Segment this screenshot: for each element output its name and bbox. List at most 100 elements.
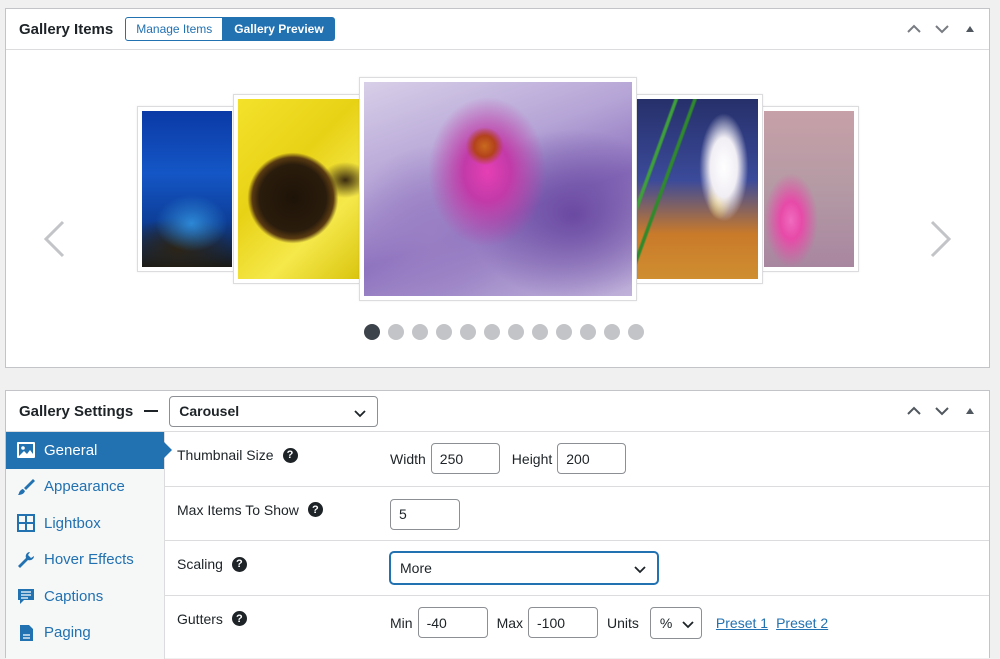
carousel-dot[interactable] bbox=[460, 324, 476, 340]
width-label: Width bbox=[390, 450, 426, 467]
sidebar-item-label: Captions bbox=[44, 587, 104, 605]
carousel-dot[interactable] bbox=[556, 324, 572, 340]
sidebar-item-captions[interactable]: Captions bbox=[6, 578, 164, 615]
chevron-down-icon bbox=[682, 620, 694, 628]
slide-image bbox=[364, 82, 632, 296]
scaling-select[interactable]: More bbox=[390, 552, 658, 584]
sidebar-item-paging[interactable]: Paging bbox=[6, 615, 164, 652]
slide-image bbox=[142, 111, 232, 267]
help-icon[interactable]: ? bbox=[231, 611, 247, 626]
settings-rows: Thumbnail Size ? Width Height Max Items … bbox=[165, 432, 989, 650]
move-down-icon[interactable] bbox=[933, 402, 951, 420]
carousel-dot[interactable] bbox=[436, 324, 452, 340]
gallery-items-title: Gallery Items bbox=[19, 20, 114, 38]
setting-row-gutters: Gutters ? Min Max Units % Preset 1 Prese… bbox=[165, 596, 989, 651]
thumbnail-height-input[interactable] bbox=[557, 443, 627, 474]
scaling-fields: More bbox=[390, 552, 658, 584]
units-label: Units bbox=[607, 614, 639, 631]
thumbnail-size-fields: Width Height bbox=[390, 443, 627, 474]
move-up-icon[interactable] bbox=[905, 402, 923, 420]
gutter-min-input[interactable] bbox=[417, 607, 488, 638]
grid-icon bbox=[16, 513, 36, 533]
carousel-prev-icon[interactable] bbox=[41, 219, 67, 259]
sidebar-item-lightbox[interactable]: Lightbox bbox=[6, 505, 164, 542]
preset-1-link[interactable]: Preset 1 bbox=[716, 615, 768, 631]
carousel-dot[interactable] bbox=[388, 324, 404, 340]
gallery-layout-select[interactable]: Carousel bbox=[169, 395, 379, 427]
max-items-input[interactable] bbox=[390, 498, 460, 530]
gallery-settings-panel: Gallery Settings Carousel General Appear… bbox=[5, 390, 990, 659]
row-label-text: Scaling bbox=[177, 556, 223, 572]
sidebar-item-label: General bbox=[44, 441, 98, 459]
help-icon[interactable]: ? bbox=[282, 447, 298, 463]
collapse-toggle-icon[interactable] bbox=[961, 20, 979, 38]
scaling-label: Scaling ? bbox=[177, 556, 247, 572]
carousel-next-icon[interactable] bbox=[928, 219, 954, 259]
sidebar-item-hover-effects[interactable]: Hover Effects bbox=[6, 542, 164, 579]
move-down-icon[interactable] bbox=[933, 20, 951, 38]
sidebar-item-appearance[interactable]: Appearance bbox=[6, 469, 164, 506]
setting-row-thumbnail-size: Thumbnail Size ? Width Height bbox=[165, 432, 989, 487]
row-label-text: Max Items To Show bbox=[177, 501, 299, 518]
scaling-value: More bbox=[400, 560, 432, 576]
gallery-items-header: Gallery Items Manage Items Gallery Previ… bbox=[6, 9, 989, 50]
collapse-toggle-icon[interactable] bbox=[961, 402, 979, 420]
title-separator bbox=[144, 410, 159, 412]
slide-image bbox=[764, 111, 854, 267]
row-label-text: Thumbnail Size bbox=[177, 447, 274, 463]
chevron-down-icon bbox=[634, 566, 646, 574]
units-value: % bbox=[659, 614, 673, 631]
thumbnail-width-input[interactable] bbox=[430, 443, 500, 474]
preset-2-link[interactable]: Preset 2 bbox=[776, 615, 828, 631]
carousel-slide-sunflower-bee[interactable] bbox=[233, 94, 365, 284]
setting-row-max-items: Max Items To Show ? bbox=[165, 487, 989, 541]
min-label: Min bbox=[390, 614, 413, 631]
items-header-controls bbox=[905, 9, 979, 49]
carousel-dot[interactable] bbox=[412, 324, 428, 340]
carousel-dot[interactable] bbox=[604, 324, 620, 340]
gutter-max-input[interactable] bbox=[528, 607, 599, 638]
view-toggle-group: Manage Items Gallery Preview bbox=[125, 17, 335, 41]
carousel-dot[interactable] bbox=[532, 324, 548, 340]
gallery-layout-value: Carousel bbox=[179, 403, 240, 419]
carousel-dot[interactable] bbox=[580, 324, 596, 340]
units-select[interactable]: % bbox=[649, 606, 702, 639]
page-icon bbox=[16, 623, 36, 643]
help-icon[interactable]: ? bbox=[231, 556, 247, 572]
thumbnail-size-label: Thumbnail Size ? bbox=[177, 447, 298, 463]
carousel-dot[interactable] bbox=[508, 324, 524, 340]
carousel-slide-pink-flower[interactable] bbox=[759, 106, 859, 272]
slide-image bbox=[238, 99, 360, 279]
carousel-stage bbox=[6, 59, 989, 359]
carousel-dot[interactable] bbox=[628, 324, 644, 340]
carousel-dot[interactable] bbox=[484, 324, 500, 340]
carousel-slide-blue-mushroom[interactable] bbox=[137, 106, 237, 272]
row-label-text: Gutters bbox=[177, 610, 223, 627]
gutters-fields: Min Max Units % Preset 1 Preset 2 bbox=[390, 606, 828, 639]
help-icon[interactable]: ? bbox=[307, 502, 323, 517]
sidebar-item-label: Paging bbox=[44, 624, 91, 642]
settings-header-controls bbox=[905, 391, 979, 431]
manage-items-button[interactable]: Manage Items bbox=[125, 17, 224, 41]
gallery-settings-header: Gallery Settings Carousel bbox=[6, 391, 989, 432]
height-label: Height bbox=[511, 450, 553, 467]
sidebar-item-general[interactable]: General bbox=[6, 432, 172, 469]
max-items-label: Max Items To Show ? bbox=[177, 502, 323, 518]
max-items-fields bbox=[390, 498, 460, 530]
max-label: Max bbox=[496, 614, 524, 631]
carousel-slide-white-flower[interactable] bbox=[631, 94, 763, 284]
gallery-items-panel: Gallery Items Manage Items Gallery Previ… bbox=[5, 8, 990, 368]
move-up-icon[interactable] bbox=[905, 20, 923, 38]
carousel-pagination bbox=[364, 324, 644, 340]
sidebar-item-label: Lightbox bbox=[44, 514, 101, 532]
sidebar-item-label: Appearance bbox=[44, 478, 125, 496]
gutters-label: Gutters ? bbox=[177, 611, 247, 627]
setting-row-scaling: Scaling ? More bbox=[165, 541, 989, 596]
settings-sidebar: General Appearance Lightbox Hover Effect… bbox=[6, 432, 172, 659]
carousel-slide-purple-orchid[interactable] bbox=[359, 77, 637, 301]
sidebar-item-label: Hover Effects bbox=[44, 551, 134, 569]
gallery-preview-button[interactable]: Gallery Preview bbox=[223, 17, 335, 41]
carousel-dot[interactable] bbox=[364, 324, 380, 340]
gallery-settings-title: Gallery Settings bbox=[19, 402, 134, 420]
image-icon bbox=[16, 440, 36, 460]
